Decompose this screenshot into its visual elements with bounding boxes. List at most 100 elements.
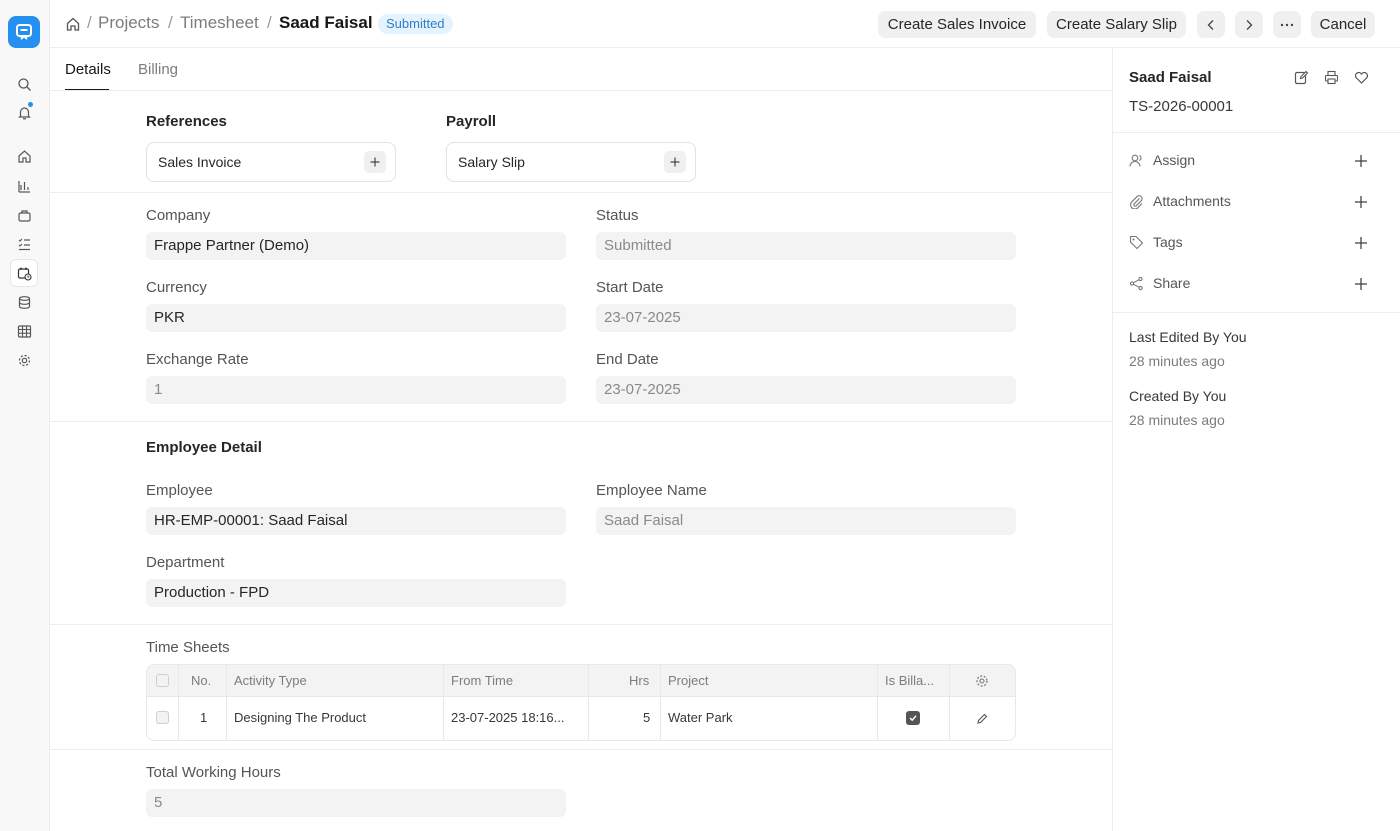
add-sales-invoice-button[interactable] xyxy=(364,151,386,173)
app-sidebar-rail xyxy=(0,0,50,831)
select-all-checkbox[interactable] xyxy=(156,674,169,687)
user-icon xyxy=(1129,154,1142,167)
sales-invoice-link-box[interactable]: Sales Invoice xyxy=(146,142,396,182)
row-select-checkbox[interactable] xyxy=(156,711,169,724)
database-icon[interactable] xyxy=(14,292,34,312)
create-salary-slip-button[interactable]: Create Salary Slip xyxy=(1047,11,1186,38)
plus-icon xyxy=(1355,155,1367,167)
printer-icon[interactable] xyxy=(1324,70,1339,88)
breadcrumb-separator: / xyxy=(87,13,92,32)
ellipsis-icon xyxy=(1280,23,1294,26)
section-divider xyxy=(50,192,1112,193)
add-salary-slip-button[interactable] xyxy=(664,151,686,173)
total-working-hours-label: Total Working Hours xyxy=(146,764,281,781)
bell-icon[interactable] xyxy=(14,102,34,122)
row-project[interactable]: Water Park xyxy=(668,710,733,725)
section-divider xyxy=(50,421,1112,422)
plus-icon xyxy=(670,157,680,167)
home-icon[interactable] xyxy=(65,16,81,35)
next-button[interactable] xyxy=(1235,11,1263,38)
payroll-section-title: Payroll xyxy=(446,113,497,130)
exchange-rate-field[interactable]: 1 xyxy=(146,376,566,404)
row-no: 1 xyxy=(200,710,208,725)
end-date-field: 23-07-2025 xyxy=(596,376,1016,404)
section-divider xyxy=(50,749,1112,750)
add-share-button[interactable] xyxy=(1353,276,1369,292)
create-sales-invoice-button[interactable]: Create Sales Invoice xyxy=(878,11,1036,38)
end-date-label: End Date xyxy=(596,351,659,368)
column-header-project: Project xyxy=(668,673,709,688)
last-edited-label: Last Edited By You xyxy=(1129,329,1247,345)
bar-chart-icon[interactable] xyxy=(14,176,34,196)
total-working-hours-field: 5 xyxy=(146,789,566,817)
tab-details[interactable]: Details xyxy=(65,61,111,78)
last-edited-time: 28 minutes ago xyxy=(1129,353,1225,369)
briefcase-icon[interactable] xyxy=(14,205,34,225)
cancel-button[interactable]: Cancel xyxy=(1311,11,1375,38)
created-label: Created By You xyxy=(1129,388,1227,404)
time-sheets-label: Time Sheets xyxy=(146,639,230,656)
sidebar-item-tags[interactable]: Tags xyxy=(1129,234,1183,250)
department-field[interactable]: Production - FPD xyxy=(146,579,566,607)
salary-slip-link-box[interactable]: Salary Slip xyxy=(446,142,696,182)
search-icon[interactable] xyxy=(14,74,34,94)
column-settings-gear-icon[interactable] xyxy=(975,674,989,691)
sidebar-item-share[interactable]: Share xyxy=(1129,275,1190,291)
page-header: / Projects / Timesheet / Saad Faisal Sub… xyxy=(50,0,1400,48)
sidebar-item-attachments[interactable]: Attachments xyxy=(1129,193,1231,209)
document-id: TS-2026-00001 xyxy=(1129,98,1234,115)
currency-field[interactable]: PKR xyxy=(146,304,566,332)
sidebar-divider xyxy=(1113,132,1400,133)
employee-field[interactable]: HR-EMP-00001: Saad Faisal xyxy=(146,507,566,535)
edit-icon[interactable] xyxy=(1294,70,1309,88)
currency-label: Currency xyxy=(146,279,207,296)
add-tag-button[interactable] xyxy=(1353,235,1369,251)
add-assign-button[interactable] xyxy=(1353,153,1369,169)
paperclip-icon xyxy=(1130,194,1143,209)
breadcrumb-timesheet[interactable]: Timesheet xyxy=(180,13,259,33)
company-field[interactable]: Frappe Partner (Demo) xyxy=(146,232,566,260)
gear-icon[interactable] xyxy=(14,350,34,370)
tabs-divider xyxy=(50,90,1112,91)
sidebar-item-assign[interactable]: Assign xyxy=(1129,152,1195,168)
page-title: Saad Faisal xyxy=(279,13,373,32)
department-label: Department xyxy=(146,554,225,571)
add-attachment-button[interactable] xyxy=(1353,194,1369,210)
home-icon[interactable] xyxy=(14,146,34,166)
row-hrs[interactable]: 5 xyxy=(643,710,650,725)
company-label: Company xyxy=(146,207,211,224)
sidebar-item-label: Assign xyxy=(1153,152,1196,168)
sidebar-divider xyxy=(1113,312,1400,313)
start-date-label: Start Date xyxy=(596,279,664,296)
tab-billing[interactable]: Billing xyxy=(138,61,178,78)
calendar-clock-icon[interactable] xyxy=(11,260,37,286)
breadcrumb-projects[interactable]: Projects xyxy=(98,13,159,33)
row-from-time[interactable]: 23-07-2025 18:16... xyxy=(451,710,564,725)
document-sidebar: Saad Faisal TS-2026-00001 Assign Attachm… xyxy=(1112,48,1400,831)
start-date-field: 23-07-2025 xyxy=(596,304,1016,332)
is-billable-checkbox[interactable] xyxy=(906,711,920,725)
plus-icon xyxy=(370,157,380,167)
exchange-rate-label: Exchange Rate xyxy=(146,351,249,368)
more-actions-button[interactable] xyxy=(1273,11,1301,38)
plus-icon xyxy=(1355,278,1367,290)
created-time: 28 minutes ago xyxy=(1129,412,1225,428)
edit-row-pencil-icon[interactable] xyxy=(976,712,988,728)
table-icon[interactable] xyxy=(14,321,34,341)
time-sheets-table: No. Activity Type From Time Hrs Project … xyxy=(146,664,1016,741)
sidebar-title: Saad Faisal xyxy=(1129,69,1212,86)
previous-button[interactable] xyxy=(1197,11,1225,38)
employee-detail-section-title: Employee Detail xyxy=(146,439,262,456)
breadcrumb-separator: / xyxy=(168,13,173,32)
row-activity-type[interactable]: Designing The Product xyxy=(234,710,366,725)
section-divider xyxy=(50,624,1112,625)
sidebar-item-label: Tags xyxy=(1153,234,1183,250)
table-row[interactable]: 1 Designing The Product 23-07-2025 18:16… xyxy=(147,697,1015,740)
checklist-icon[interactable] xyxy=(14,234,34,254)
sidebar-item-label: Attachments xyxy=(1153,193,1231,209)
status-badge: Submitted xyxy=(378,14,453,34)
heart-icon[interactable] xyxy=(1354,70,1369,88)
column-header-from-time: From Time xyxy=(451,673,514,688)
chevron-left-icon xyxy=(1207,19,1214,30)
app-logo-icon[interactable] xyxy=(8,16,40,48)
